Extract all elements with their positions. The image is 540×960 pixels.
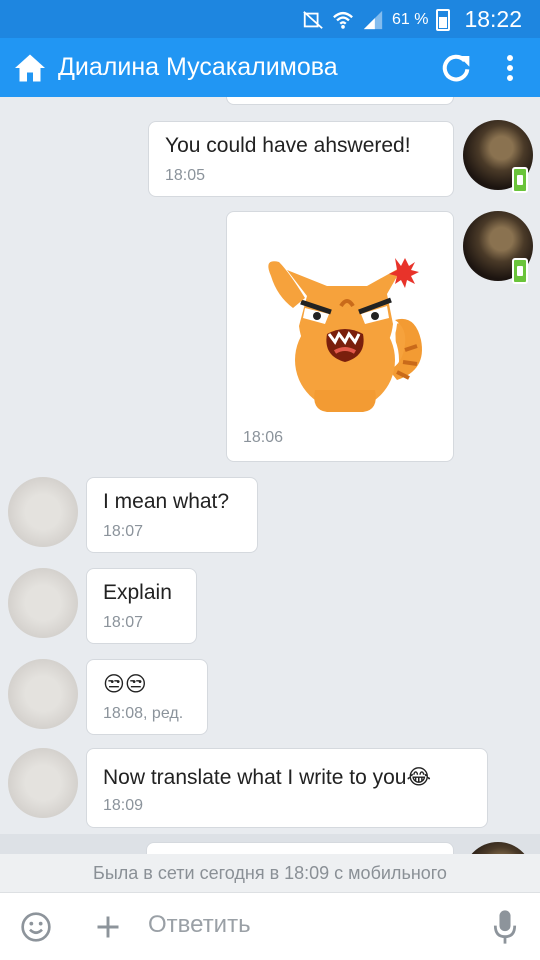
compose-bar: Ответить <box>0 892 540 960</box>
message-bubble[interactable]: I mean what? 18:07 <box>86 477 258 553</box>
signal-icon <box>363 10 383 29</box>
message-bubble-partial <box>146 842 454 854</box>
mobile-online-icon <box>512 258 528 284</box>
reply-input[interactable]: Ответить <box>148 911 251 939</box>
message-text: Now translate what I write to you😂 <box>103 766 432 789</box>
battery-icon <box>436 8 451 31</box>
contact-avatar[interactable] <box>8 477 78 547</box>
message-time: 18:09 <box>103 797 144 814</box>
sticker-bubble[interactable]: 18:06 <box>226 211 454 462</box>
message-text: 😒😒 <box>103 673 147 696</box>
wifi-icon <box>333 11 353 29</box>
attach-plus-icon[interactable] <box>94 913 122 941</box>
message-bubble[interactable]: Now translate what I write to you😂 18:09 <box>86 748 488 828</box>
mute-icon <box>303 10 323 29</box>
chat-title: Диалина Мусакалимова <box>58 53 338 81</box>
message-time: 18:07 <box>103 523 144 540</box>
refresh-icon[interactable] <box>440 52 472 84</box>
mobile-online-icon <box>512 167 528 193</box>
message-time: 18:08, ред. <box>103 705 184 722</box>
message-bubble[interactable]: You could have ahswered! 18:05 <box>148 121 454 197</box>
message-text: I mean what? <box>103 490 230 513</box>
message-bubble-partial <box>226 97 454 105</box>
message-text: You could have ahswered! <box>165 134 411 157</box>
contact-avatar[interactable] <box>8 659 78 729</box>
more-menu-icon[interactable] <box>500 51 520 85</box>
home-icon[interactable] <box>12 50 48 86</box>
contact-avatar[interactable] <box>8 748 78 818</box>
status-icons: 61 % 18:22 <box>302 6 522 33</box>
message-time: 18:07 <box>103 614 144 631</box>
microphone-icon[interactable] <box>492 909 518 945</box>
battery-percent: 61 % <box>391 10 429 28</box>
angry-cat-sticker <box>264 257 426 414</box>
message-time: 18:05 <box>165 167 206 184</box>
last-seen-status: Была в сети сегодня в 18:09 с мобильного <box>0 854 540 892</box>
message-time: 18:06 <box>243 429 284 446</box>
message-bubble[interactable]: 😒😒 18:08, ред. <box>86 659 208 735</box>
emoji-icon[interactable] <box>20 911 52 943</box>
contact-avatar[interactable] <box>8 568 78 638</box>
message-bubble[interactable]: Explain 18:07 <box>86 568 197 644</box>
clock: 18:22 <box>464 6 522 32</box>
message-text: Explain <box>103 581 172 604</box>
status-bar: 61 % 18:22 <box>0 0 540 38</box>
app-toolbar: Диалина Мусакалимова <box>0 38 540 97</box>
message-list[interactable]: You could have ahswered! 18:05 18:06 I m… <box>0 97 540 854</box>
